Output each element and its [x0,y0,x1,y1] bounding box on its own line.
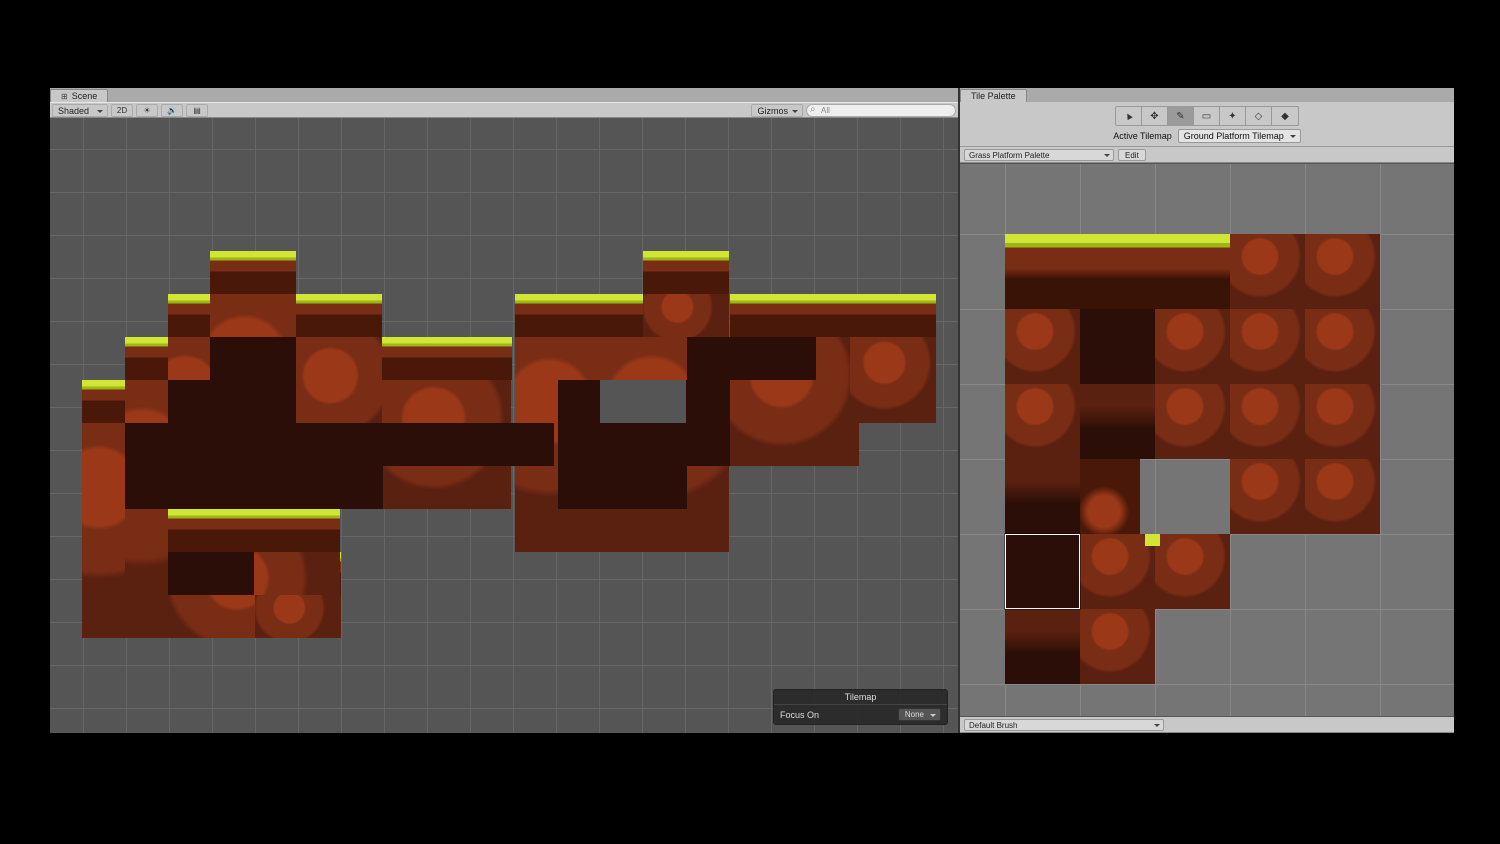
grid-icon: ⊞ [61,92,68,101]
palette-viewport[interactable] [960,163,1454,717]
image-icon: ▤ [193,106,201,115]
toggle-2d-button[interactable]: 2D [111,104,133,117]
scene-toolbar: Shaded 2D ☀ 🔊 ▤ Gizmos All [50,102,958,118]
brush-bar: Default Brush [960,717,1454,733]
scene-tab[interactable]: ⊞ Scene [50,89,108,102]
box-tool[interactable] [1194,107,1220,125]
scene-tab-label: Scene [72,91,98,101]
active-tilemap-dropdown[interactable]: Ground Platform Tilemap [1178,129,1301,143]
gizmos-dropdown[interactable]: Gizmos [751,104,803,117]
palette-tool-row [1115,106,1299,126]
erase-tool[interactable] [1246,107,1272,125]
move-icon [1150,111,1158,122]
tilemap-overlay-title: Tilemap [774,690,947,705]
erase-icon [1255,111,1263,122]
picker-icon [1228,111,1236,122]
picker-tool[interactable] [1220,107,1246,125]
move-tool[interactable] [1142,107,1168,125]
lighting-toggle-button[interactable]: ☀ [136,104,158,117]
tilemap-overlay: Tilemap Focus On None [773,689,948,725]
brush-icon [1176,111,1184,122]
palette-tabbar: Tile Palette [960,88,1454,102]
search-placeholder-text: All [821,106,830,115]
fill-tool[interactable] [1272,107,1298,125]
active-tilemap-row: Active Tilemap Ground Platform Tilemap [1113,129,1301,143]
palette-tab-label: Tile Palette [971,91,1016,101]
scene-tabbar: ⊞ Scene [50,88,958,102]
palette-tab[interactable]: Tile Palette [960,89,1027,102]
scene-search-input[interactable]: All [806,104,956,117]
scene-panel: ⊞ Scene Shaded 2D ☀ 🔊 ▤ Gizmos All [50,88,960,733]
palette-name-dropdown[interactable]: Grass Platform Palette [964,149,1114,161]
speaker-icon: 🔊 [167,106,177,115]
tile-palette-panel: Tile Palette Active Tilemap Ground Platf… [960,88,1454,733]
shading-mode-dropdown[interactable]: Shaded [52,104,108,117]
cursor-icon [1124,111,1134,122]
focus-on-label: Focus On [780,710,819,720]
brush-dropdown[interactable]: Default Brush [964,719,1164,731]
palette-selector-bar: Grass Platform Palette Edit [960,147,1454,163]
palette-selection-box [1005,534,1080,609]
rect-icon [1202,111,1211,122]
audio-toggle-button[interactable]: 🔊 [161,104,183,117]
active-tilemap-label: Active Tilemap [1113,131,1172,141]
palette-tool-section: Active Tilemap Ground Platform Tilemap [960,102,1454,147]
sun-icon: ☀ [143,106,150,115]
select-tool[interactable] [1116,107,1142,125]
editor-frame: ⊞ Scene Shaded 2D ☀ 🔊 ▤ Gizmos All [50,88,1454,733]
fill-icon [1281,111,1289,122]
scene-viewport[interactable]: Tilemap Focus On None [50,118,958,733]
fx-toggle-button[interactable]: ▤ [186,104,208,117]
focus-on-dropdown[interactable]: None [898,708,941,721]
paint-tool[interactable] [1168,107,1194,125]
palette-edit-button[interactable]: Edit [1118,149,1146,161]
